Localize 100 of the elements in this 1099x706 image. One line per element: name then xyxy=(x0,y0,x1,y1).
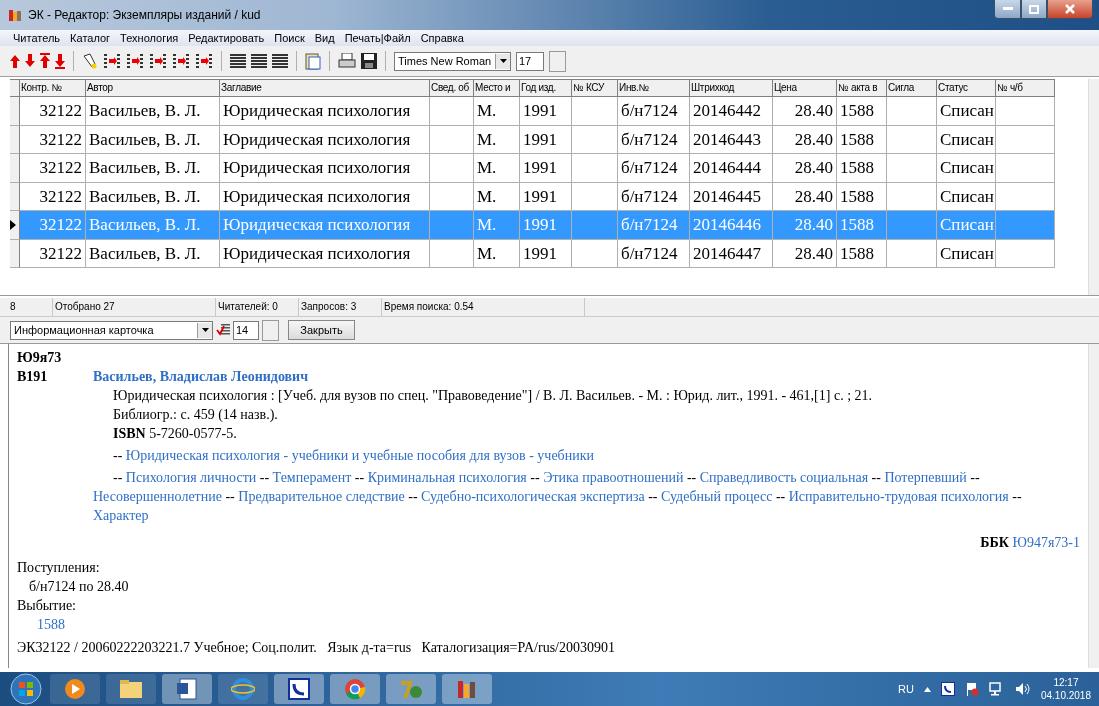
document-icon[interactable] xyxy=(162,674,212,704)
subject-link[interactable]: Несовершеннолетние xyxy=(93,489,222,504)
subject-link[interactable]: Потерпевший xyxy=(884,470,967,485)
arrow-up-bar-icon[interactable] xyxy=(40,53,50,69)
table-cell xyxy=(996,125,1055,154)
subject-list: -- Психология личности -- Темперамент -- Криминальная психология -- Этика правоотношений -- Справедливость социальная -- Потерпевший -- Несовершеннолетние -- Предварительное следствие -- Судебно-психологическая экспертиза -- Судебный процесс -- Исправительно-трудовая психология -- Характер xyxy=(17,468,1080,525)
list-move-icon[interactable] xyxy=(103,54,121,68)
table-cell: М. xyxy=(474,97,520,126)
font-select[interactable]: Times New Roman xyxy=(394,51,511,71)
menu-item[interactable]: Редактировать xyxy=(183,32,270,44)
subject-link[interactable]: Исправительно-трудовая психология xyxy=(788,489,1009,504)
column-header[interactable]: Свед. об xyxy=(430,79,474,97)
bbk-link[interactable]: Ю947я73-1 xyxy=(1012,535,1080,550)
list-check-icon[interactable] xyxy=(216,323,230,337)
subject-link[interactable]: Юридическая психология - учебники и учебные пособия для вузов - учебники xyxy=(125,448,594,463)
subject-link[interactable]: Справедливость социальная xyxy=(699,470,869,485)
volume-icon[interactable] xyxy=(1014,682,1031,696)
phone-icon[interactable] xyxy=(274,674,324,704)
font-size-field[interactable]: 17 xyxy=(516,51,544,71)
list-move-icon[interactable] xyxy=(195,54,213,68)
column-header[interactable]: Цена xyxy=(773,79,837,97)
arrow-down-bar-icon[interactable] xyxy=(55,53,65,69)
list-icon[interactable] xyxy=(272,53,288,69)
row-pointer-icon xyxy=(10,219,16,230)
list-icon[interactable] xyxy=(251,53,267,69)
row-indicator[interactable] xyxy=(10,211,20,240)
column-header[interactable]: № акта в xyxy=(837,79,887,97)
table-cell: Васильев, В. Л. xyxy=(86,125,220,154)
list-move-icon[interactable] xyxy=(172,54,190,68)
books-icon[interactable] xyxy=(442,674,492,704)
table-cell: Юридическая психология xyxy=(220,154,430,183)
subject-link[interactable]: Криминальная психология xyxy=(367,470,527,485)
table-cell: 32122 xyxy=(20,211,86,240)
column-header[interactable]: Контр. № xyxy=(20,79,86,97)
table-cell: Юридическая психология xyxy=(220,182,430,211)
folder-icon[interactable] xyxy=(106,674,156,704)
subject-link[interactable]: Характер xyxy=(93,508,149,523)
size-field[interactable]: 14 xyxy=(233,320,259,340)
subject-link[interactable]: Психология личности xyxy=(125,470,257,485)
column-header[interactable]: Автор xyxy=(86,79,220,97)
restore-icon xyxy=(1029,4,1039,14)
menu-item[interactable]: Вид xyxy=(309,32,340,44)
clipboard-icon[interactable] xyxy=(305,52,321,70)
start-button[interactable] xyxy=(8,673,44,705)
menu-item[interactable]: Поиск xyxy=(269,32,310,44)
description-text: Библиогр.: с. 459 (14 назв.). xyxy=(112,406,279,424)
table-cell xyxy=(430,154,474,183)
table-cell xyxy=(572,125,618,154)
view-select[interactable]: Информационная карточка xyxy=(10,320,213,340)
menu-item[interactable]: Читатель xyxy=(8,32,66,44)
column-header[interactable]: Инв.№ xyxy=(618,79,690,97)
arrow-down-icon[interactable] xyxy=(25,53,35,69)
list-move-icon[interactable] xyxy=(149,54,167,68)
column-header[interactable]: Штрихкод xyxy=(690,79,773,97)
browser-icon[interactable] xyxy=(218,674,268,704)
table-cell: Списан xyxy=(937,182,996,211)
menu-item[interactable]: Справка xyxy=(415,32,469,44)
list-move-icon[interactable] xyxy=(126,54,144,68)
print-icon[interactable] xyxy=(338,53,356,69)
column-header[interactable]: Год изд. xyxy=(520,79,572,97)
flashlight-icon[interactable] xyxy=(82,53,98,69)
maximize-button[interactable] xyxy=(1021,0,1047,19)
column-header[interactable]: Сигла xyxy=(887,79,937,97)
author-link[interactable]: Васильев, Владислав Леонидович xyxy=(93,367,309,386)
table-cell xyxy=(996,211,1055,240)
chrome-icon[interactable] xyxy=(330,674,380,704)
table-cell xyxy=(887,182,937,211)
column-header[interactable]: Заглавие xyxy=(220,79,430,97)
close-button[interactable] xyxy=(1047,0,1093,19)
save-icon[interactable] xyxy=(361,53,377,69)
clock-date[interactable]: 04.10.2018 xyxy=(1040,689,1091,702)
subject-link[interactable]: Судебный процесс xyxy=(660,489,773,504)
tray-app-icon[interactable] xyxy=(940,682,955,696)
subject-link[interactable]: Этика правоотношений xyxy=(543,470,684,485)
close-button[interactable]: Закрыть xyxy=(288,320,355,340)
column-header[interactable]: Место и xyxy=(474,79,520,97)
table-cell xyxy=(572,97,618,126)
grid-icon[interactable] xyxy=(230,53,246,69)
subject-link[interactable]: Судебно-психологическая экспертиза xyxy=(421,489,645,504)
acquisitions-text: б/н7124 по 28.40 xyxy=(28,578,130,596)
subject-link[interactable]: Темперамент xyxy=(272,470,352,485)
table-cell xyxy=(430,211,474,240)
language-indicator[interactable]: RU xyxy=(898,683,914,695)
column-header[interactable]: № КСУ xyxy=(572,79,618,97)
tray-arrow-icon[interactable] xyxy=(923,686,931,692)
menu-item[interactable]: Каталог xyxy=(65,32,116,44)
table-cell: М. xyxy=(474,125,520,154)
column-header[interactable]: № ч/б xyxy=(996,79,1055,97)
minimize-button[interactable] xyxy=(994,0,1021,19)
table-cell: 28.40 xyxy=(773,211,837,240)
menu-item[interactable]: Технология xyxy=(115,32,184,44)
flag-icon[interactable] xyxy=(964,682,979,696)
subject-link[interactable]: Предварительное следствие xyxy=(238,489,405,504)
clock-time[interactable]: 12:17 xyxy=(1053,676,1079,689)
table-cell xyxy=(430,239,474,268)
media-player-icon[interactable] xyxy=(50,674,100,704)
arrow-up-icon[interactable] xyxy=(10,53,20,69)
menu-item[interactable]: Печать|Файл xyxy=(339,32,416,44)
column-header[interactable]: Статус xyxy=(937,79,996,97)
disposal-link[interactable]: 1588 xyxy=(37,617,65,632)
